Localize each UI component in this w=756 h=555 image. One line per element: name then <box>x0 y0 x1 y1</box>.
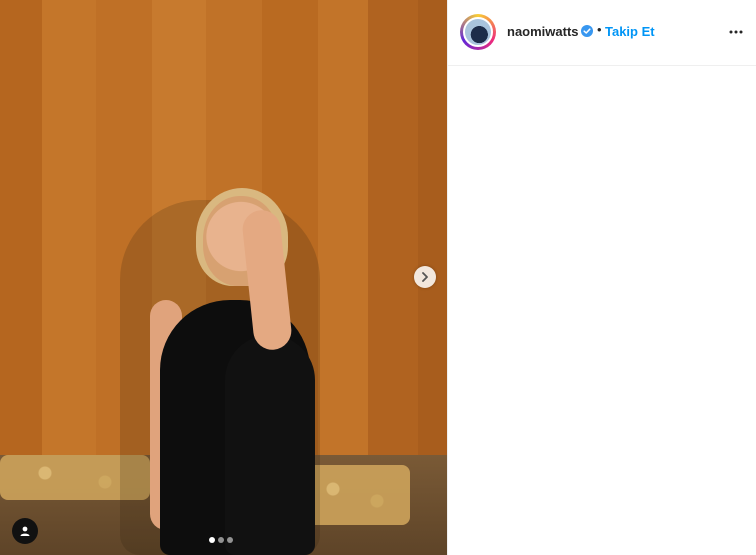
more-options-icon[interactable] <box>728 24 744 40</box>
post-photo[interactable] <box>0 0 447 555</box>
user-tag-icon <box>20 526 30 536</box>
chevron-right-icon <box>422 272 428 282</box>
user-tag-button[interactable] <box>12 518 38 544</box>
avatar-story-ring[interactable] <box>460 14 496 50</box>
carousel-dot <box>227 537 233 543</box>
post-header: naomiwatts • Takip Et <box>448 0 756 66</box>
fence-plank <box>418 0 447 480</box>
fence-plank <box>42 0 99 480</box>
carousel-next-button[interactable] <box>414 266 436 288</box>
fence-plank <box>368 0 421 480</box>
carousel-dot <box>218 537 224 543</box>
carousel-indicator <box>209 537 233 543</box>
username-link[interactable]: naomiwatts <box>507 24 579 39</box>
separator-dot: • <box>597 22 602 37</box>
fence-plank <box>318 0 371 480</box>
avatar[interactable] <box>463 17 493 47</box>
post-side-panel: naomiwatts • Takip Et <box>447 0 756 555</box>
fence-plank <box>0 0 45 480</box>
follow-button[interactable]: Takip Et <box>605 24 655 39</box>
verified-badge-icon <box>581 25 593 37</box>
person-leg <box>225 335 315 555</box>
carousel-dot <box>209 537 215 543</box>
